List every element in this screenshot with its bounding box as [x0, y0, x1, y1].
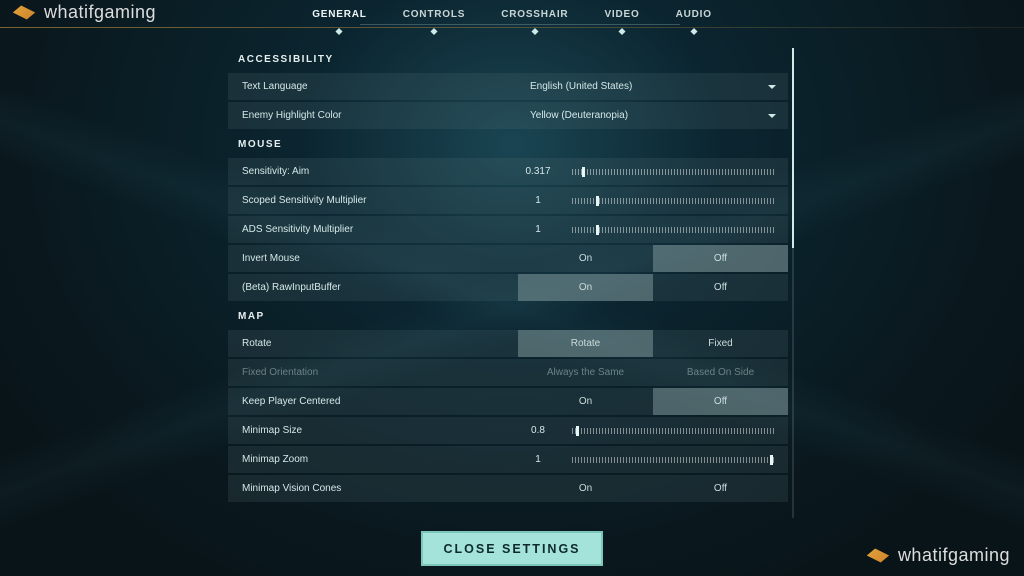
- dropdown-text-language[interactable]: English (United States): [518, 81, 788, 92]
- toggle-opt-off[interactable]: Off: [653, 475, 788, 502]
- toggle-opt-off[interactable]: Off: [653, 274, 788, 301]
- toggle-fixed-orientation: Always the Same Based On Side: [518, 359, 788, 386]
- tab-audio[interactable]: AUDIO: [676, 7, 712, 22]
- slider-value-minimap-zoom: 1: [518, 454, 558, 465]
- tab-bar: GENERAL CONTROLS CROSSHAIR VIDEO AUDIO: [0, 7, 1024, 22]
- slider-value-sens-aim: 0.317: [518, 166, 558, 177]
- slider-minimap-size[interactable]: [572, 428, 774, 434]
- label-minimap-size: Minimap Size: [228, 425, 518, 436]
- row-minimap-zoom: Minimap Zoom 1: [228, 446, 788, 473]
- label-invert-mouse: Invert Mouse: [228, 253, 518, 264]
- row-rotate: Rotate Rotate Fixed: [228, 330, 788, 357]
- section-title-map: MAP: [228, 305, 788, 330]
- tabs-underline: [360, 24, 680, 25]
- row-keep-centered: Keep Player Centered On Off: [228, 388, 788, 415]
- slider-minimap-zoom[interactable]: [572, 457, 774, 463]
- dropdown-value: English (United States): [530, 81, 632, 92]
- toggle-opt-on[interactable]: On: [518, 388, 653, 415]
- toggle-opt-fixed[interactable]: Fixed: [653, 330, 788, 357]
- row-invert-mouse: Invert Mouse On Off: [228, 245, 788, 272]
- scrollbar-thumb[interactable]: [792, 48, 794, 248]
- panel-scrollbar[interactable]: [792, 48, 794, 518]
- settings-panel: ACCESSIBILITY Text Language English (Uni…: [228, 48, 788, 518]
- toggle-minimap-vision-cones[interactable]: On Off: [518, 475, 788, 502]
- label-enemy-highlight: Enemy Highlight Color: [228, 110, 518, 121]
- toggle-opt-on[interactable]: On: [518, 475, 653, 502]
- row-fixed-orientation: Fixed Orientation Always the Same Based …: [228, 359, 788, 386]
- label-scoped-mult: Scoped Sensitivity Multiplier: [228, 195, 518, 206]
- row-minimap-size: Minimap Size 0.8: [228, 417, 788, 444]
- label-keep-centered: Keep Player Centered: [228, 396, 518, 407]
- slider-value-scoped-mult: 1: [518, 195, 558, 206]
- slider-scoped-mult[interactable]: [572, 198, 774, 204]
- watermark-bottom-right: whatifgaming: [864, 545, 1010, 566]
- slider-ads-mult[interactable]: [572, 227, 774, 233]
- label-minimap-vision-cones: Minimap Vision Cones: [228, 483, 518, 494]
- close-settings-button[interactable]: CLOSE SETTINGS: [421, 531, 603, 566]
- toggle-invert-mouse[interactable]: On Off: [518, 245, 788, 272]
- slider-value-minimap-size: 0.8: [518, 425, 558, 436]
- label-rotate: Rotate: [228, 338, 518, 349]
- dropdown-value: Yellow (Deuteranopia): [530, 110, 628, 121]
- label-fixed-orientation: Fixed Orientation: [228, 367, 518, 378]
- watermark-text: whatifgaming: [898, 545, 1010, 566]
- chevron-down-icon: [768, 114, 776, 118]
- slider-value-ads-mult: 1: [518, 224, 558, 235]
- slider-sens-aim[interactable]: [572, 169, 774, 175]
- toggle-raw-input[interactable]: On Off: [518, 274, 788, 301]
- watermark-icon: [864, 546, 892, 566]
- toggle-opt-rotate[interactable]: Rotate: [518, 330, 653, 357]
- toggle-keep-centered[interactable]: On Off: [518, 388, 788, 415]
- label-sensitivity-aim: Sensitivity: Aim: [228, 166, 518, 177]
- toggle-opt-on[interactable]: On: [518, 245, 653, 272]
- section-title-accessibility: ACCESSIBILITY: [228, 48, 788, 73]
- tab-crosshair[interactable]: CROSSHAIR: [501, 7, 568, 22]
- label-minimap-zoom: Minimap Zoom: [228, 454, 518, 465]
- toggle-opt-off[interactable]: Off: [653, 245, 788, 272]
- section-accessibility: ACCESSIBILITY Text Language English (Uni…: [228, 48, 788, 129]
- tab-video[interactable]: VIDEO: [604, 7, 639, 22]
- row-scoped-mult: Scoped Sensitivity Multiplier 1: [228, 187, 788, 214]
- row-text-language: Text Language English (United States): [228, 73, 788, 100]
- toggle-opt-always: Always the Same: [518, 359, 653, 386]
- tab-general[interactable]: GENERAL: [312, 7, 367, 22]
- label-raw-input: (Beta) RawInputBuffer: [228, 282, 518, 293]
- toggle-opt-on[interactable]: On: [518, 274, 653, 301]
- section-title-mouse: MOUSE: [228, 133, 788, 158]
- toggle-opt-off[interactable]: Off: [653, 388, 788, 415]
- row-raw-input: (Beta) RawInputBuffer On Off: [228, 274, 788, 301]
- toggle-opt-based-on-side: Based On Side: [653, 359, 788, 386]
- tab-controls[interactable]: CONTROLS: [403, 7, 466, 22]
- row-minimap-vision-cones: Minimap Vision Cones On Off: [228, 475, 788, 502]
- dropdown-enemy-highlight[interactable]: Yellow (Deuteranopia): [518, 110, 788, 121]
- label-text-language: Text Language: [228, 81, 518, 92]
- header-divider: [0, 27, 1024, 28]
- chevron-down-icon: [768, 85, 776, 89]
- section-mouse: MOUSE Sensitivity: Aim 0.317 Scoped Sens…: [228, 133, 788, 301]
- section-map: MAP Rotate Rotate Fixed Fixed Orientatio…: [228, 305, 788, 502]
- label-ads-mult: ADS Sensitivity Multiplier: [228, 224, 518, 235]
- row-enemy-highlight: Enemy Highlight Color Yellow (Deuteranop…: [228, 102, 788, 129]
- row-sensitivity-aim: Sensitivity: Aim 0.317: [228, 158, 788, 185]
- row-ads-mult: ADS Sensitivity Multiplier 1: [228, 216, 788, 243]
- toggle-rotate[interactable]: Rotate Fixed: [518, 330, 788, 357]
